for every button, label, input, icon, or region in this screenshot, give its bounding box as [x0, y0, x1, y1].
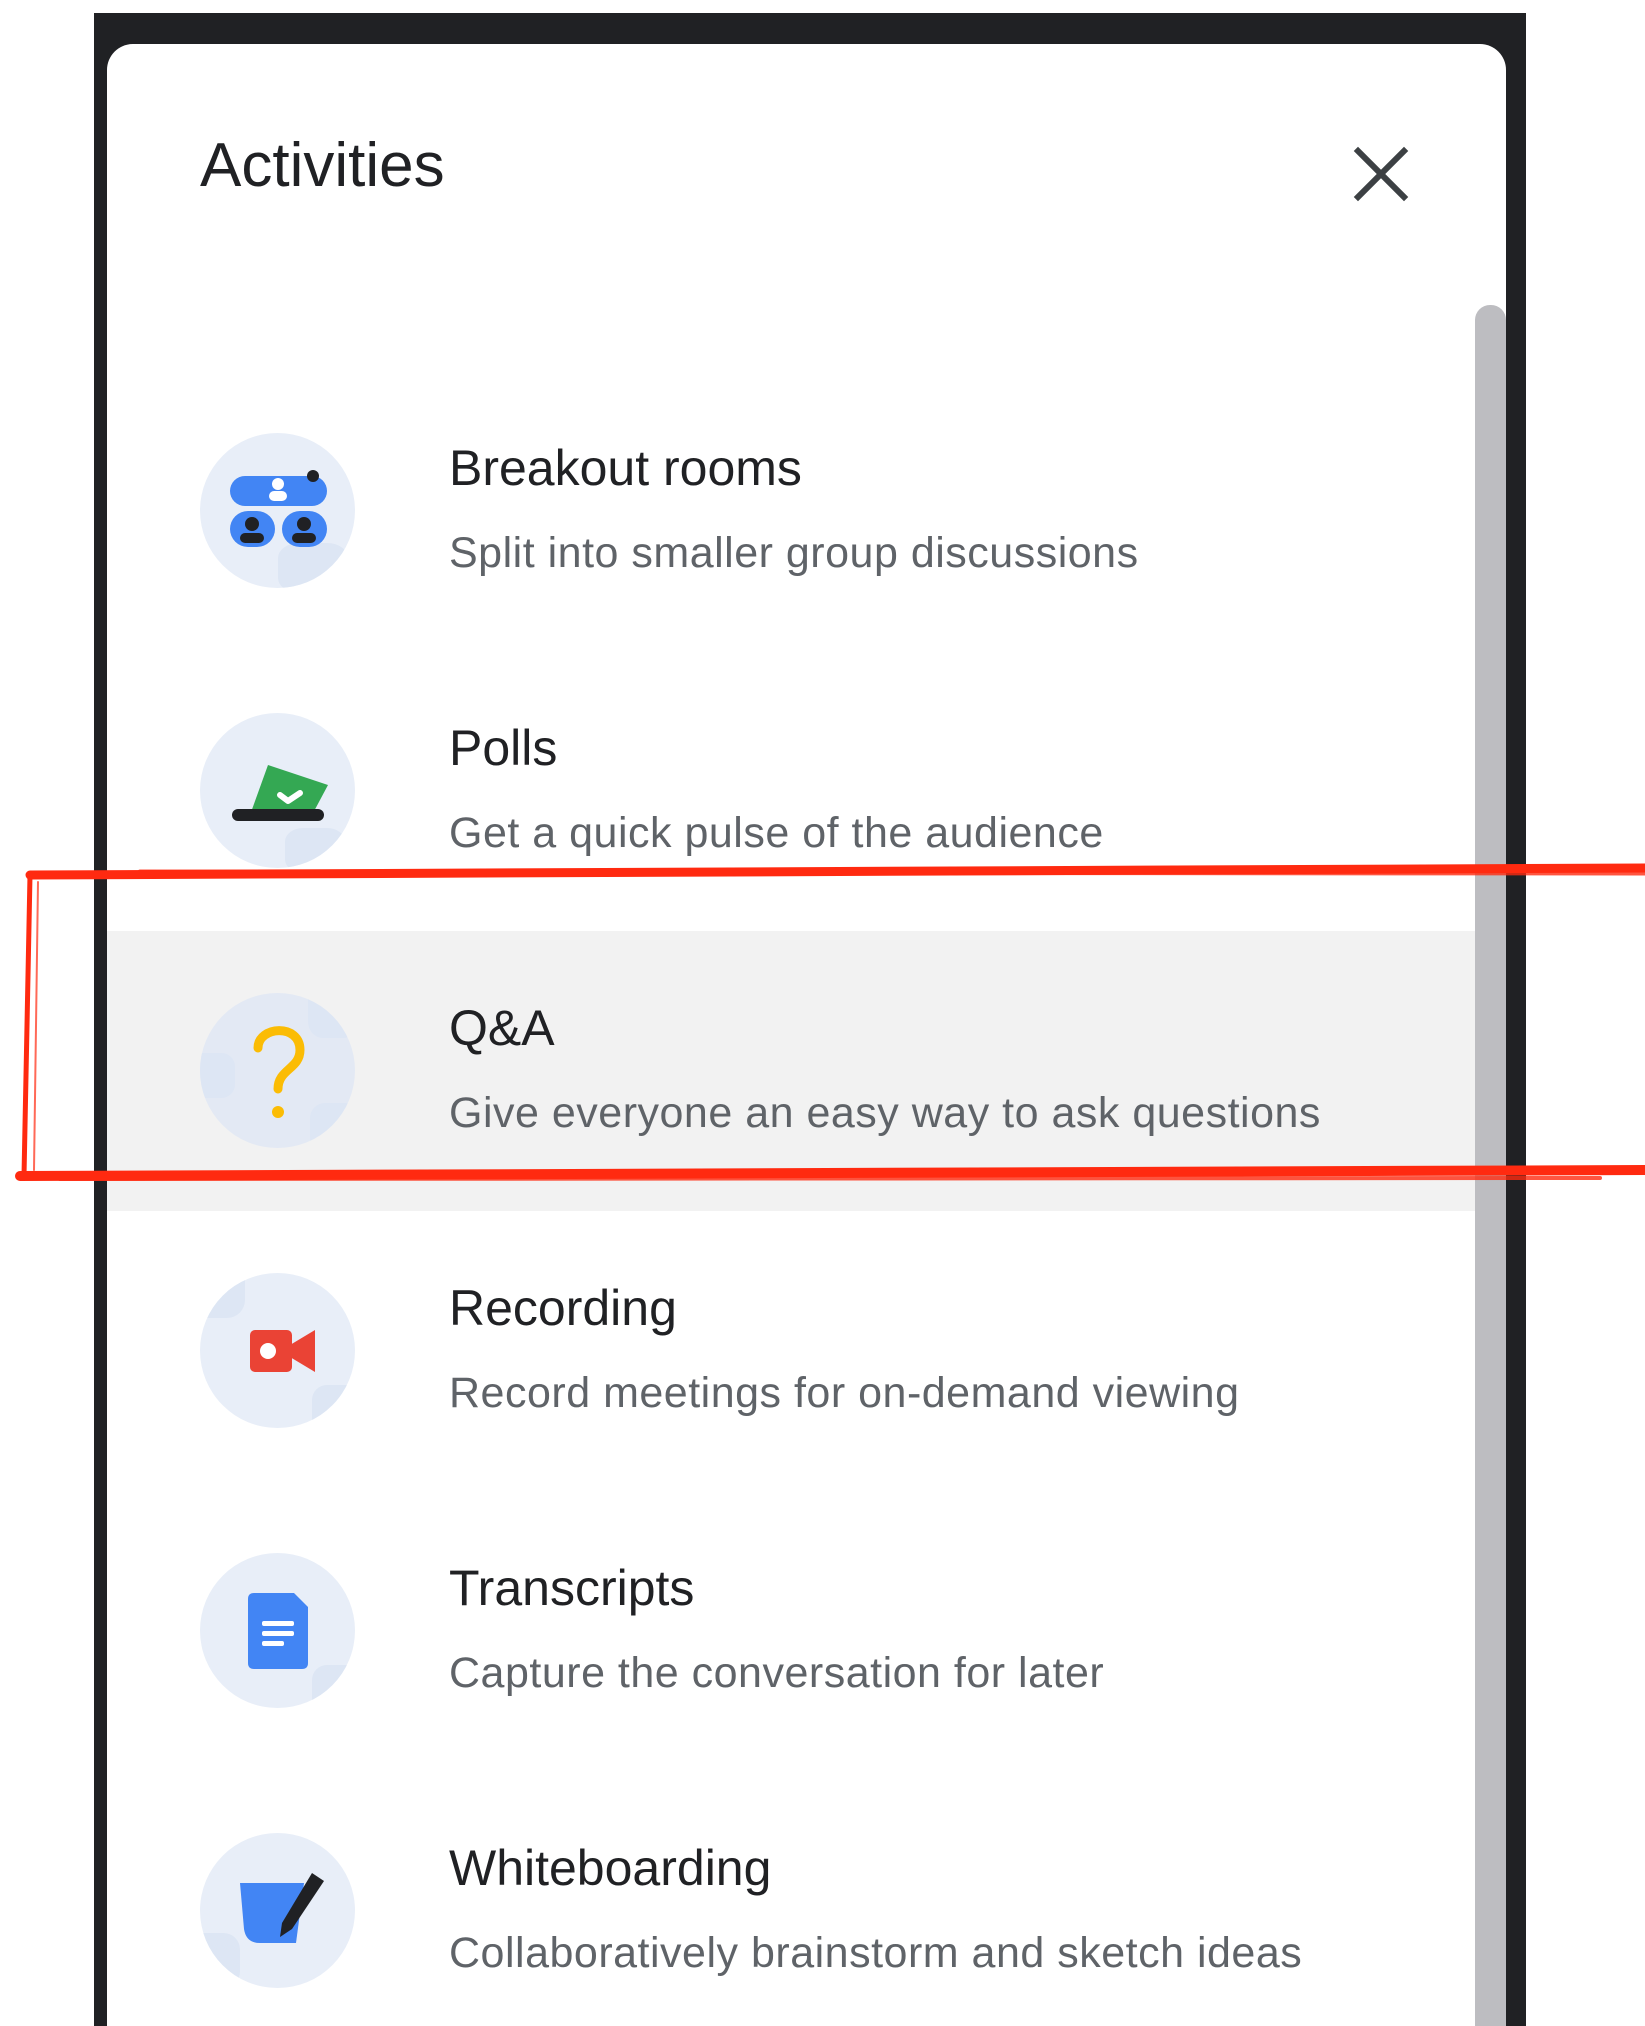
list-item-recording[interactable]: Recording Record meetings for on-demand …: [107, 1211, 1475, 1491]
item-description: Split into smaller group discussions: [449, 529, 1139, 577]
item-title: Transcripts: [449, 1560, 695, 1616]
item-title: Recording: [449, 1280, 677, 1336]
list-item-qa[interactable]: Q&A Give everyone an easy way to ask que…: [107, 931, 1475, 1211]
activities-panel: Activities Breakout rooms Split into sma…: [107, 44, 1506, 2026]
whiteboarding-icon: [200, 1833, 355, 1988]
list-item-transcripts[interactable]: Transcripts Capture the conversation for…: [107, 1491, 1475, 1771]
list-item-polls[interactable]: Polls Get a quick pulse of the audience: [107, 651, 1475, 931]
item-description: Give everyone an easy way to ask questio…: [449, 1089, 1321, 1137]
transcripts-icon: [200, 1553, 355, 1708]
activities-list: Breakout rooms Split into smaller group …: [107, 44, 1475, 2026]
item-title: Polls: [449, 720, 558, 776]
item-title: Q&A: [449, 1000, 555, 1056]
item-description: Capture the conversation for later: [449, 1649, 1105, 1697]
scrollbar[interactable]: [1475, 305, 1506, 2026]
item-description: Collaboratively brainstorm and sketch id…: [449, 1929, 1303, 1977]
item-description: Record meetings for on-demand viewing: [449, 1369, 1240, 1417]
breakout-rooms-icon: [200, 433, 355, 588]
list-item-whiteboarding[interactable]: Whiteboarding Collaboratively brainstorm…: [107, 1771, 1475, 2026]
recording-icon: [200, 1273, 355, 1428]
item-title: Whiteboarding: [449, 1840, 772, 1896]
list-item-breakout-rooms[interactable]: Breakout rooms Split into smaller group …: [107, 371, 1475, 651]
screenshot: Activities Breakout rooms Split into sma…: [0, 0, 1645, 2026]
qa-icon: [200, 993, 355, 1148]
item-title: Breakout rooms: [449, 440, 802, 496]
polls-icon: [200, 713, 355, 868]
item-description: Get a quick pulse of the audience: [449, 809, 1104, 857]
